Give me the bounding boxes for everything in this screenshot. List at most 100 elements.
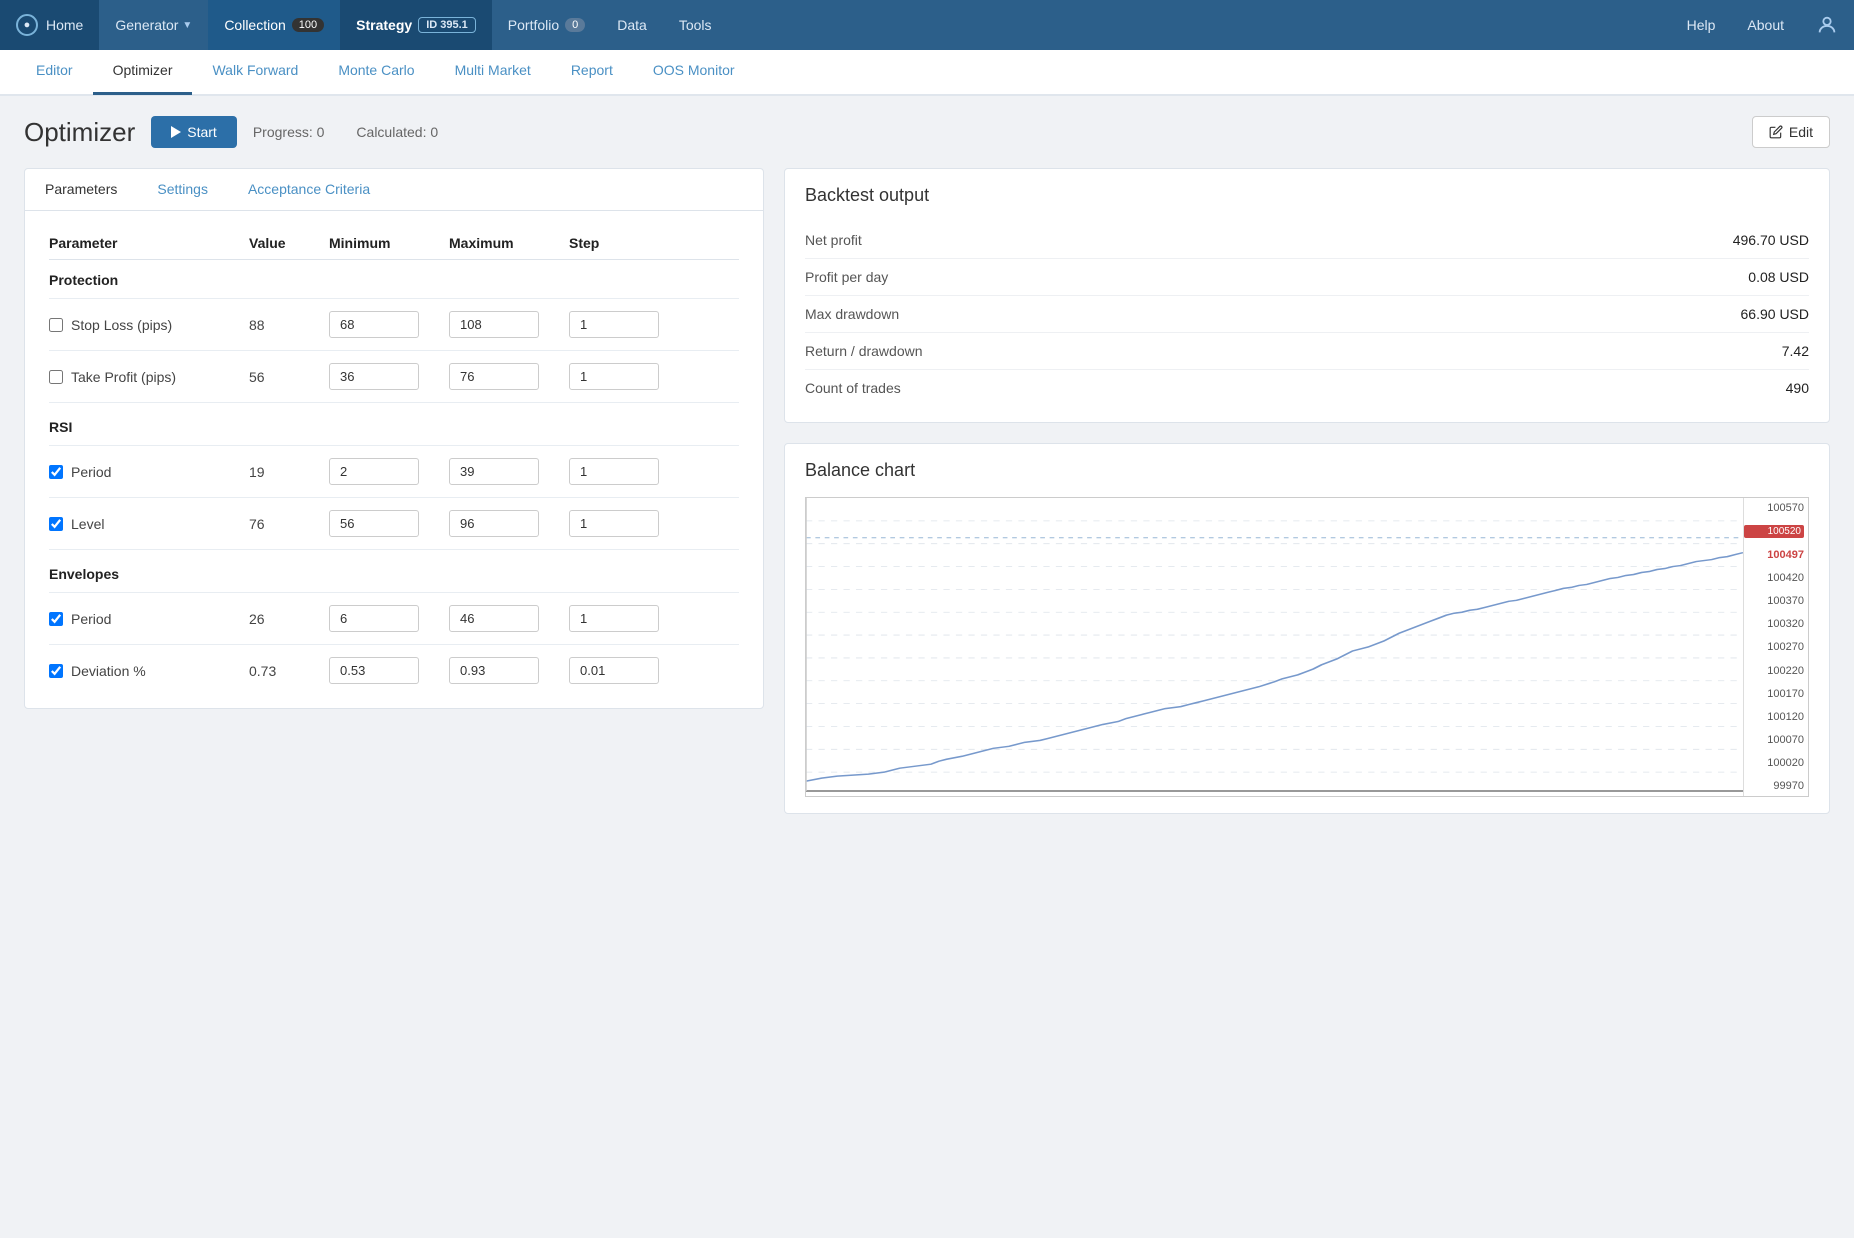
chart-section: Balance chart 100570 100520 100497 10042… <box>784 443 1830 814</box>
tab-editor[interactable]: Editor <box>16 50 93 95</box>
nav-generator-label: Generator <box>115 17 178 33</box>
rsi-period-checkbox[interactable] <box>49 465 63 479</box>
nav-about-label: About <box>1747 17 1784 33</box>
nav-user-icon[interactable] <box>1800 0 1854 50</box>
page-content: Optimizer Start Progress: 0 Calculated: … <box>0 96 1854 834</box>
table-row: Period 19 <box>49 450 739 493</box>
table-row: Level 76 <box>49 502 739 545</box>
nav-generator[interactable]: Generator ▼ <box>99 0 208 50</box>
tab-report-label: Report <box>571 62 613 78</box>
tab-multi-market-label: Multi Market <box>455 62 531 78</box>
edit-button-label: Edit <box>1789 124 1813 140</box>
deviation-min-input[interactable] <box>329 657 419 684</box>
row-take-profit-label: Take Profit (pips) <box>49 369 249 385</box>
stat-row-profit-per-day: Profit per day 0.08 USD <box>805 259 1809 296</box>
nav-portfolio[interactable]: Portfolio 0 <box>492 0 601 50</box>
nav-data[interactable]: Data <box>601 0 663 50</box>
start-button[interactable]: Start <box>151 116 237 148</box>
take-profit-step-input[interactable] <box>569 363 659 390</box>
nav-home[interactable]: ● Home <box>0 0 99 50</box>
row-rsi-level-label: Level <box>49 516 249 532</box>
nav-collection[interactable]: Collection 100 <box>208 0 340 50</box>
tab-report[interactable]: Report <box>551 50 633 95</box>
main-layout: Parameters Settings Acceptance Criteria … <box>24 168 1830 814</box>
col-minimum: Minimum <box>329 235 449 251</box>
stop-loss-checkbox[interactable] <box>49 318 63 332</box>
y-label-12: 100020 <box>1744 757 1804 769</box>
tab-walk-forward[interactable]: Walk Forward <box>192 50 318 95</box>
deviation-max-input[interactable] <box>449 657 539 684</box>
take-profit-max-input[interactable] <box>449 363 539 390</box>
deviation-step-input[interactable] <box>569 657 659 684</box>
env-period-step-input[interactable] <box>569 605 659 632</box>
row-stop-loss-label: Stop Loss (pips) <box>49 317 249 333</box>
table-row: Stop Loss (pips) 88 <box>49 303 739 346</box>
tab-editor-label: Editor <box>36 62 73 78</box>
params-table: Parameter Value Minimum Maximum Step Pro… <box>25 211 763 708</box>
params-tab-parameters-label: Parameters <box>45 181 117 197</box>
tab-optimizer[interactable]: Optimizer <box>93 50 193 95</box>
nav-tools[interactable]: Tools <box>663 0 728 50</box>
backtest-title: Backtest output <box>805 185 1809 206</box>
params-tab-parameters[interactable]: Parameters <box>25 169 137 211</box>
page-title: Optimizer <box>24 117 135 148</box>
take-profit-min-input[interactable] <box>329 363 419 390</box>
take-profit-checkbox[interactable] <box>49 370 63 384</box>
tab-multi-market[interactable]: Multi Market <box>435 50 551 95</box>
nav-about[interactable]: About <box>1731 0 1800 50</box>
rsi-period-min-input[interactable] <box>329 458 419 485</box>
chart-title: Balance chart <box>805 460 1809 481</box>
nav-portfolio-label: Portfolio <box>508 17 559 33</box>
tab-monte-carlo-label: Monte Carlo <box>338 62 414 78</box>
tab-monte-carlo[interactable]: Monte Carlo <box>318 50 434 95</box>
tab-oos-monitor[interactable]: OOS Monitor <box>633 50 755 95</box>
row-deviation-label: Deviation % <box>49 663 249 679</box>
rsi-level-step-input[interactable] <box>569 510 659 537</box>
generator-arrow-icon: ▼ <box>182 20 192 31</box>
nav-help[interactable]: Help <box>1671 0 1732 50</box>
rsi-level-min-input[interactable] <box>329 510 419 537</box>
nav-strategy[interactable]: Strategy ID 395.1 <box>340 0 492 50</box>
row-rsi-period-label: Period <box>49 464 249 480</box>
params-tab-bar: Parameters Settings Acceptance Criteria <box>25 169 763 211</box>
table-header: Parameter Value Minimum Maximum Step <box>49 227 739 260</box>
edit-button[interactable]: Edit <box>1752 116 1830 148</box>
env-period-checkbox[interactable] <box>49 612 63 626</box>
y-label-10: 100120 <box>1744 711 1804 723</box>
rsi-period-max-input[interactable] <box>449 458 539 485</box>
params-tab-settings[interactable]: Settings <box>137 169 228 211</box>
env-period-max-input[interactable] <box>449 605 539 632</box>
stat-row-count-trades: Count of trades 490 <box>805 370 1809 406</box>
nav-strategy-label: Strategy <box>356 17 412 33</box>
deviation-checkbox[interactable] <box>49 664 63 678</box>
table-row: Take Profit (pips) 56 <box>49 355 739 398</box>
portfolio-badge: 0 <box>565 18 585 32</box>
section-envelopes: Envelopes <box>49 554 739 588</box>
calculated-label: Calculated: 0 <box>356 124 438 140</box>
env-period-min-input[interactable] <box>329 605 419 632</box>
chart-y-labels: 100570 100520 100497 100420 100370 10032… <box>1743 498 1808 796</box>
y-label-3: 100497 <box>1744 549 1804 561</box>
stat-row-return-drawdown: Return / drawdown 7.42 <box>805 333 1809 370</box>
nav-spacer <box>728 0 1671 50</box>
row-env-period-label: Period <box>49 611 249 627</box>
nav-home-label: Home <box>46 17 83 33</box>
col-parameter: Parameter <box>49 235 249 251</box>
rsi-level-checkbox[interactable] <box>49 517 63 531</box>
stop-loss-min-input[interactable] <box>329 311 419 338</box>
top-nav: ● Home Generator ▼ Collection 100 Strate… <box>0 0 1854 50</box>
rsi-level-max-input[interactable] <box>449 510 539 537</box>
col-step: Step <box>569 235 669 251</box>
stop-loss-step-input[interactable] <box>569 311 659 338</box>
stop-loss-max-input[interactable] <box>449 311 539 338</box>
params-tab-settings-label: Settings <box>157 181 208 197</box>
params-tab-acceptance[interactable]: Acceptance Criteria <box>228 169 390 211</box>
home-circle-icon: ● <box>16 14 38 36</box>
rsi-period-step-input[interactable] <box>569 458 659 485</box>
nav-data-label: Data <box>617 17 647 33</box>
page-header: Optimizer Start Progress: 0 Calculated: … <box>24 116 1830 148</box>
play-icon <box>171 126 181 138</box>
y-label-9: 100170 <box>1744 688 1804 700</box>
edit-icon <box>1769 125 1783 139</box>
params-tab-acceptance-label: Acceptance Criteria <box>248 181 370 197</box>
